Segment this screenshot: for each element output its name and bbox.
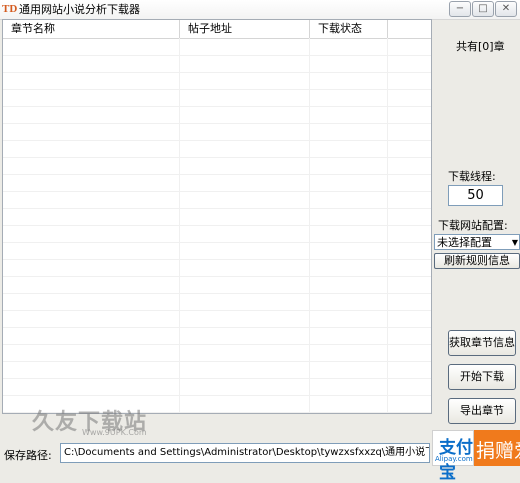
table-row bbox=[3, 174, 431, 192]
chevron-down-icon: ▼ bbox=[511, 238, 518, 247]
app-icon: TD bbox=[2, 3, 18, 15]
table-row bbox=[3, 72, 431, 90]
table-row bbox=[3, 327, 431, 345]
get-chapters-button[interactable]: 获取章节信息 bbox=[448, 330, 516, 356]
save-path-label: 保存路径: bbox=[4, 449, 52, 462]
watermark-url: Www.9UPK.Com bbox=[82, 428, 147, 437]
column-divider bbox=[179, 38, 180, 413]
table-row bbox=[3, 208, 431, 226]
start-download-button[interactable]: 开始下载 bbox=[448, 364, 516, 390]
list-header: 章节名称 帖子地址 下载状态 bbox=[3, 20, 431, 39]
chapter-list[interactable]: 章节名称 帖子地址 下载状态 bbox=[2, 19, 432, 414]
threads-label: 下载线程: bbox=[448, 170, 496, 183]
list-rows bbox=[3, 38, 431, 413]
maximize-button[interactable]: □ bbox=[472, 1, 494, 17]
table-row bbox=[3, 106, 431, 124]
column-header-download-status[interactable]: 下载状态 bbox=[310, 20, 388, 38]
minimize-button[interactable]: − bbox=[449, 1, 471, 17]
site-config-select[interactable]: 未选择配置 ▼ bbox=[434, 234, 520, 250]
threads-input[interactable]: 50 bbox=[448, 185, 503, 206]
table-row bbox=[3, 361, 431, 379]
site-config-value: 未选择配置 bbox=[437, 236, 492, 249]
column-header-chapter-name[interactable]: 章节名称 bbox=[3, 20, 180, 38]
table-row bbox=[3, 191, 431, 209]
refresh-rules-button[interactable]: 刷新规则信息 bbox=[434, 253, 520, 269]
table-row bbox=[3, 123, 431, 141]
table-row bbox=[3, 276, 431, 294]
column-header-post-url[interactable]: 帖子地址 bbox=[180, 20, 310, 38]
table-row bbox=[3, 310, 431, 328]
table-row bbox=[3, 242, 431, 260]
column-divider bbox=[309, 38, 310, 413]
alipay-badge[interactable]: 支付宝 Alipay.com bbox=[432, 430, 474, 483]
save-path-input[interactable]: C:\Documents and Settings\Administrator\… bbox=[60, 443, 430, 463]
table-row bbox=[3, 55, 431, 73]
column-divider bbox=[387, 38, 388, 413]
table-row bbox=[3, 259, 431, 277]
donate-banner[interactable]: 捐赠爱你 bbox=[474, 430, 520, 466]
table-row bbox=[3, 157, 431, 175]
table-row bbox=[3, 293, 431, 311]
close-button[interactable]: ✕ bbox=[495, 1, 517, 17]
table-row bbox=[3, 344, 431, 362]
save-path-row: 保存路径: C:\Documents and Settings\Administ… bbox=[0, 440, 432, 466]
title-bar: TD 通用网站小说分析下载器 − □ ✕ bbox=[0, 0, 520, 20]
table-row bbox=[3, 38, 431, 56]
control-panel: 共有[0]章 下载线程: 50 下载网站配置: 未选择配置 ▼ 刷新规则信息 获… bbox=[432, 19, 520, 466]
alipay-url: Alipay.com bbox=[435, 455, 473, 463]
donate-text: 捐赠爱你 bbox=[476, 440, 520, 462]
site-config-label: 下载网站配置: bbox=[438, 219, 508, 232]
chapter-count: 共有[0]章 bbox=[456, 40, 505, 53]
table-row bbox=[3, 140, 431, 158]
table-row bbox=[3, 225, 431, 243]
table-row bbox=[3, 378, 431, 396]
table-row bbox=[3, 89, 431, 107]
window-title: 通用网站小说分析下载器 bbox=[19, 3, 140, 16]
export-chapters-button[interactable]: 导出章节 bbox=[448, 398, 516, 424]
